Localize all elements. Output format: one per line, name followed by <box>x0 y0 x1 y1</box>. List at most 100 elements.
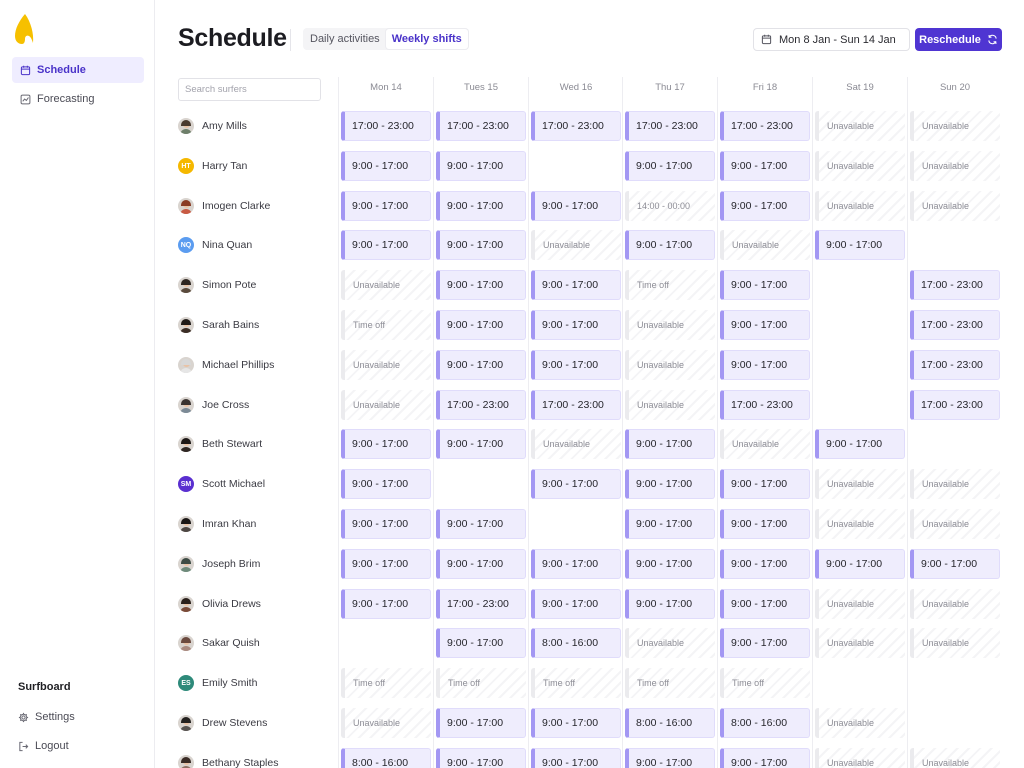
shift-block[interactable]: 9:00 - 17:00 <box>436 708 526 738</box>
surfer-row[interactable]: NQ Nina Quan <box>178 236 252 254</box>
shift-block[interactable]: 17:00 - 23:00 <box>531 390 621 420</box>
surfer-row[interactable]: Joseph Brim <box>178 555 260 573</box>
sidebar-footer: Surfboard Settings Logout <box>12 676 144 762</box>
shift-block[interactable]: 9:00 - 17:00 <box>720 350 810 380</box>
shift-block[interactable]: 17:00 - 23:00 <box>910 270 1000 300</box>
shift-block[interactable]: 9:00 - 17:00 <box>625 469 715 499</box>
surfer-row[interactable]: Beth Stewart <box>178 435 262 453</box>
shift-block[interactable]: 9:00 - 17:00 <box>436 270 526 300</box>
shift-block[interactable]: 9:00 - 17:00 <box>625 429 715 459</box>
shift-block[interactable]: 17:00 - 23:00 <box>720 111 810 141</box>
surfer-row[interactable]: Imran Khan <box>178 515 256 533</box>
shift-block[interactable]: 9:00 - 17:00 <box>625 748 715 768</box>
shift-block[interactable]: 9:00 - 17:00 <box>436 151 526 181</box>
shift-block[interactable]: 9:00 - 17:00 <box>436 509 526 539</box>
shift-block[interactable]: 9:00 - 17:00 <box>720 509 810 539</box>
shift-block[interactable]: 17:00 - 23:00 <box>625 111 715 141</box>
shift-block[interactable]: 8:00 - 16:00 <box>625 708 715 738</box>
shift-block[interactable]: 9:00 - 17:00 <box>531 270 621 300</box>
shift-block[interactable]: 9:00 - 17:00 <box>436 429 526 459</box>
settings-link[interactable]: Settings <box>12 704 144 730</box>
shift-block[interactable]: 8:00 - 16:00 <box>720 708 810 738</box>
shift-block[interactable]: 17:00 - 23:00 <box>531 111 621 141</box>
shift-block[interactable]: 9:00 - 17:00 <box>815 230 905 260</box>
shift-block[interactable]: 9:00 - 17:00 <box>625 589 715 619</box>
shift-block[interactable]: 9:00 - 17:00 <box>531 708 621 738</box>
shift-block[interactable]: 9:00 - 17:00 <box>436 549 526 579</box>
search-input[interactable] <box>185 79 320 100</box>
surfer-row[interactable]: Bethany Staples <box>178 754 278 768</box>
shift-block[interactable]: 17:00 - 23:00 <box>910 390 1000 420</box>
shift-block[interactable]: 9:00 - 17:00 <box>625 230 715 260</box>
shift-block[interactable]: 9:00 - 17:00 <box>910 549 1000 579</box>
shift-block[interactable]: 9:00 - 17:00 <box>531 589 621 619</box>
shift-block[interactable]: 9:00 - 17:00 <box>720 589 810 619</box>
shift-block[interactable]: 9:00 - 17:00 <box>720 628 810 658</box>
shift-block[interactable]: 17:00 - 23:00 <box>436 589 526 619</box>
surfer-row[interactable]: Drew Stevens <box>178 714 267 732</box>
surfer-row[interactable]: Sarah Bains <box>178 316 259 334</box>
shift-block[interactable]: 9:00 - 17:00 <box>625 509 715 539</box>
shift-block[interactable]: 9:00 - 17:00 <box>531 350 621 380</box>
shift-block[interactable]: 9:00 - 17:00 <box>341 230 431 260</box>
shift-block[interactable]: 9:00 - 17:00 <box>341 191 431 221</box>
shift-block[interactable]: 9:00 - 17:00 <box>436 230 526 260</box>
shift-block[interactable]: 9:00 - 17:00 <box>436 310 526 340</box>
shift-block[interactable]: 17:00 - 23:00 <box>436 390 526 420</box>
nav-item-schedule[interactable]: Schedule <box>12 57 144 83</box>
shift-block[interactable]: 9:00 - 17:00 <box>531 469 621 499</box>
surfer-row[interactable]: Imogen Clarke <box>178 197 270 215</box>
shift-block[interactable]: 17:00 - 23:00 <box>720 390 810 420</box>
nav-item-forecasting[interactable]: Forecasting <box>12 86 144 112</box>
reschedule-button[interactable]: Reschedule <box>915 28 1002 51</box>
shift-block[interactable]: 9:00 - 17:00 <box>625 549 715 579</box>
surfer-row[interactable]: Michael Phillips <box>178 356 274 374</box>
date-range-picker[interactable]: Mon 8 Jan - Sun 14 Jan <box>753 28 910 51</box>
shift-block[interactable]: 9:00 - 17:00 <box>341 589 431 619</box>
shift-block[interactable]: 9:00 - 17:00 <box>341 549 431 579</box>
surfer-row[interactable]: Amy Mills <box>178 117 247 135</box>
shift-block[interactable]: 9:00 - 17:00 <box>436 191 526 221</box>
shift-block[interactable]: 9:00 - 17:00 <box>341 509 431 539</box>
shift-block[interactable]: 17:00 - 23:00 <box>341 111 431 141</box>
shift-block[interactable]: 9:00 - 17:00 <box>815 429 905 459</box>
shift-block[interactable]: 9:00 - 17:00 <box>341 151 431 181</box>
shift-block[interactable]: 9:00 - 17:00 <box>531 748 621 768</box>
shift-block[interactable]: 9:00 - 17:00 <box>531 310 621 340</box>
shift-block[interactable]: 9:00 - 17:00 <box>625 151 715 181</box>
surfer-row[interactable]: Sakar Quish <box>178 634 260 652</box>
shift-block[interactable]: 17:00 - 23:00 <box>910 310 1000 340</box>
surfer-row[interactable]: HT Harry Tan <box>178 157 247 175</box>
logout-link[interactable]: Logout <box>12 733 144 759</box>
shift-block[interactable]: 9:00 - 17:00 <box>436 628 526 658</box>
shift-block[interactable]: 9:00 - 17:00 <box>436 350 526 380</box>
shift-time: Unavailable <box>922 161 970 171</box>
shift-block[interactable]: 9:00 - 17:00 <box>720 270 810 300</box>
surfer-row[interactable]: Joe Cross <box>178 396 249 414</box>
shift-block[interactable]: 9:00 - 17:00 <box>720 549 810 579</box>
surfer-row[interactable]: SM Scott Michael <box>178 475 265 493</box>
shift-block[interactable]: 8:00 - 16:00 <box>341 748 431 768</box>
shift-block[interactable]: 9:00 - 17:00 <box>720 151 810 181</box>
surfboard-logo-icon[interactable] <box>14 14 34 44</box>
shift-block[interactable]: 8:00 - 16:00 <box>531 628 621 658</box>
surfer-row[interactable]: Simon Pote <box>178 276 256 294</box>
unavailable-block: Unavailable <box>815 151 905 181</box>
shift-block[interactable]: 9:00 - 17:00 <box>815 549 905 579</box>
unavailable-block: Unavailable <box>910 589 1000 619</box>
shift-block[interactable]: 9:00 - 17:00 <box>720 748 810 768</box>
tab-weekly-shifts[interactable]: Weekly shifts <box>385 29 468 49</box>
shift-block[interactable]: 9:00 - 17:00 <box>531 549 621 579</box>
surfer-row[interactable]: Olivia Drews <box>178 595 261 613</box>
shift-block[interactable]: 9:00 - 17:00 <box>531 191 621 221</box>
shift-block[interactable]: 9:00 - 17:00 <box>720 310 810 340</box>
tab-daily-activities[interactable]: Daily activities <box>304 29 386 49</box>
shift-block[interactable]: 9:00 - 17:00 <box>720 469 810 499</box>
surfer-row[interactable]: ES Emily Smith <box>178 674 257 692</box>
shift-block[interactable]: 9:00 - 17:00 <box>436 748 526 768</box>
shift-block[interactable]: 17:00 - 23:00 <box>436 111 526 141</box>
shift-block[interactable]: 17:00 - 23:00 <box>910 350 1000 380</box>
shift-block[interactable]: 9:00 - 17:00 <box>720 191 810 221</box>
shift-block[interactable]: 9:00 - 17:00 <box>341 429 431 459</box>
shift-block[interactable]: 9:00 - 17:00 <box>341 469 431 499</box>
